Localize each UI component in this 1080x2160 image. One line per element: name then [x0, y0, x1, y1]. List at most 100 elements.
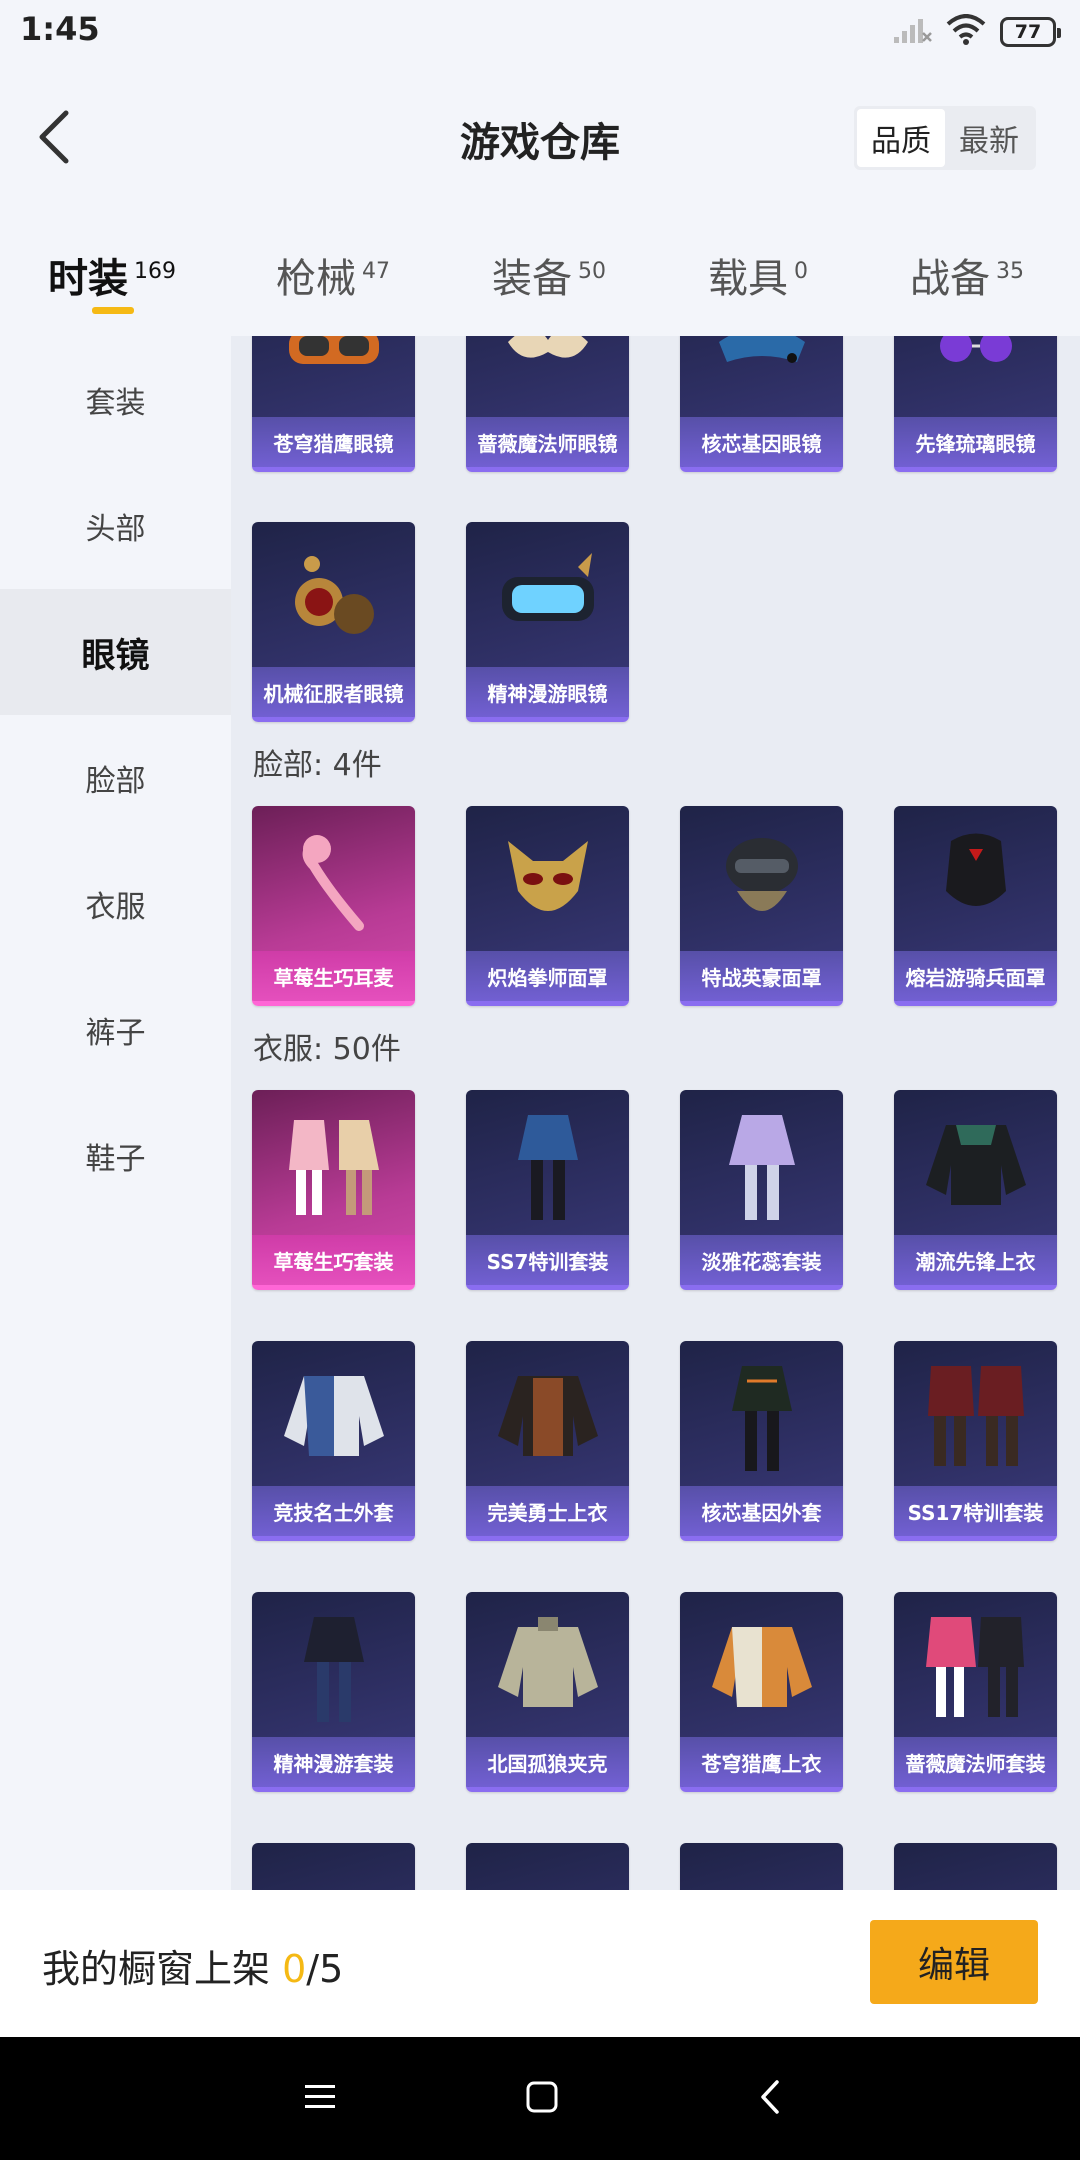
tab-equipment[interactable]: 装备 50: [492, 246, 606, 304]
item-card[interactable]: 蔷薇魔法师眼镜: [466, 336, 629, 472]
item-label: 炽焰拳师面罩: [466, 951, 629, 1001]
item-card[interactable]: 苍穹猎鹰上衣: [680, 1592, 843, 1792]
header: 游戏仓库 品质 最新: [0, 64, 1080, 214]
sidebar-item-suits[interactable]: 套装: [0, 337, 231, 463]
sidebar-item-face[interactable]: 脸部: [0, 715, 231, 841]
item-card[interactable]: 蔷薇魔法师套装: [894, 1592, 1057, 1792]
sidebar-item-clothes[interactable]: 衣服: [0, 841, 231, 967]
sidebar: 套装 头部 眼镜 脸部 衣服 裤子 鞋子: [0, 336, 231, 1890]
item-card[interactable]: 精神漫游套装: [252, 1592, 415, 1792]
item-card[interactable]: 机械征服者眼镜: [252, 522, 415, 722]
sidebar-item-shoes[interactable]: 鞋子: [0, 1093, 231, 1219]
jacket-icon: [894, 1090, 1057, 1240]
item-card[interactable]: 特战英豪面罩: [680, 806, 843, 1006]
item-card[interactable]: [680, 1843, 843, 1890]
item-card[interactable]: 核芯基因眼镜: [680, 336, 843, 472]
outfit-icon: [466, 1843, 629, 1890]
item-card[interactable]: 完美勇士上衣: [466, 1341, 629, 1541]
edit-button[interactable]: 编辑: [870, 1920, 1038, 2004]
sort-newest-button[interactable]: 最新: [945, 109, 1033, 167]
showcase-status: 我的橱窗上架 0/5: [42, 1938, 343, 1993]
home-square-icon[interactable]: [512, 2067, 572, 2127]
item-card[interactable]: [466, 1843, 629, 1890]
item-label: 核芯基因眼镜: [680, 417, 843, 467]
item-label: 特战英豪面罩: [680, 951, 843, 1001]
item-card[interactable]: 淡雅花蕊套装: [680, 1090, 843, 1290]
tab-label: 战备: [910, 256, 990, 302]
outfit-icon: [680, 1341, 843, 1491]
item-label: 蔷薇魔法师套装: [894, 1737, 1057, 1787]
tab-label: 时装: [48, 256, 128, 302]
item-label: SS17特训套装: [894, 1486, 1057, 1536]
item-label: 核芯基因外套: [680, 1486, 843, 1536]
jacket-icon: [252, 1341, 415, 1491]
wifi-icon: [946, 14, 986, 50]
tab-vehicles[interactable]: 载具 0: [708, 246, 808, 304]
item-label: 草莓生巧套装: [252, 1235, 415, 1285]
section-header-clothes: 衣服: 50件: [253, 1032, 401, 1067]
showcase-total: /5: [306, 1947, 344, 1991]
system-nav-bar: [0, 2037, 1080, 2160]
gold-mask-icon: [466, 806, 629, 956]
item-card[interactable]: 草莓生巧套装: [252, 1090, 415, 1290]
item-label: 潮流先锋上衣: [894, 1235, 1057, 1285]
item-card[interactable]: 核芯基因外套: [680, 1341, 843, 1541]
item-card[interactable]: 竞技名士外套: [252, 1341, 415, 1541]
sidebar-item-head[interactable]: 头部: [0, 463, 231, 589]
signal-icon: [892, 15, 932, 49]
tab-label: 装备: [492, 256, 572, 302]
steampunk-goggles-icon: [252, 522, 415, 672]
item-card[interactable]: 苍穹猎鹰眼镜: [252, 336, 415, 472]
headset-icon: [252, 806, 415, 956]
section-header-face: 脸部: 4件: [253, 748, 382, 783]
status-bar: 1:45 77: [0, 0, 1080, 64]
tab-label: 载具: [708, 256, 788, 302]
sidebar-item-glasses[interactable]: 眼镜: [0, 589, 231, 715]
item-card[interactable]: 先锋琉璃眼镜: [894, 336, 1057, 472]
showcase-footer: 我的橱窗上架 0/5 编辑: [0, 1890, 1080, 2037]
item-card[interactable]: 精神漫游眼镜: [466, 522, 629, 722]
status-time: 1:45: [20, 10, 100, 48]
item-card[interactable]: 炽焰拳师面罩: [466, 806, 629, 1006]
visor-icon: [680, 336, 843, 422]
item-card[interactable]: SS17特训套装: [894, 1341, 1057, 1541]
item-label: 北国孤狼夹克: [466, 1737, 629, 1787]
mask-glasses-icon: [466, 336, 629, 422]
sidebar-item-pants[interactable]: 裤子: [0, 967, 231, 1093]
tab-fashion[interactable]: 时装 169: [48, 246, 176, 304]
ranger-mask-icon: [894, 806, 1057, 956]
jacket-icon: [466, 1341, 629, 1491]
item-label: 苍穹猎鹰眼镜: [252, 417, 415, 467]
item-card[interactable]: 潮流先锋上衣: [894, 1090, 1057, 1290]
item-grid: 苍穹猎鹰眼镜 蔷薇魔法师眼镜 核芯基因眼镜 先锋琉璃眼镜 机械征服者眼镜 精神漫…: [231, 336, 1080, 1890]
showcase-current: 0: [282, 1947, 307, 1991]
showcase-label: 我的橱窗上架: [42, 1947, 283, 1991]
outfit-icon: [894, 1592, 1057, 1742]
tab-label: 枪械: [276, 256, 356, 302]
item-label: 草莓生巧耳麦: [252, 951, 415, 1001]
item-card[interactable]: SS7特训套装: [466, 1090, 629, 1290]
outfit-icon: [252, 1090, 415, 1240]
tab-supplies[interactable]: 战备 35: [910, 246, 1024, 304]
active-tab-indicator: [92, 307, 134, 314]
item-card[interactable]: [252, 1843, 415, 1890]
sort-quality-button[interactable]: 品质: [857, 109, 945, 167]
item-label: 先锋琉璃眼镜: [894, 417, 1057, 467]
item-card[interactable]: [894, 1843, 1057, 1890]
cyber-goggles-icon: [466, 522, 629, 672]
item-label: 淡雅花蕊套装: [680, 1235, 843, 1285]
outfit-icon: [680, 1843, 843, 1890]
item-card[interactable]: 草莓生巧耳麦: [252, 806, 415, 1006]
tab-guns[interactable]: 枪械 47: [276, 246, 390, 304]
menu-icon[interactable]: [290, 2067, 350, 2127]
outfit-icon: [894, 1843, 1057, 1890]
outfit-icon: [680, 1090, 843, 1240]
item-label: 苍穹猎鹰上衣: [680, 1737, 843, 1787]
tab-count: 35: [996, 258, 1024, 284]
outfit-icon: [252, 1592, 415, 1742]
nav-back-icon[interactable]: [740, 2067, 800, 2127]
jacket-icon: [466, 1592, 629, 1742]
status-icons: 77: [892, 14, 1061, 50]
item-card[interactable]: 北国孤狼夹克: [466, 1592, 629, 1792]
item-card[interactable]: 熔岩游骑兵面罩: [894, 806, 1057, 1006]
